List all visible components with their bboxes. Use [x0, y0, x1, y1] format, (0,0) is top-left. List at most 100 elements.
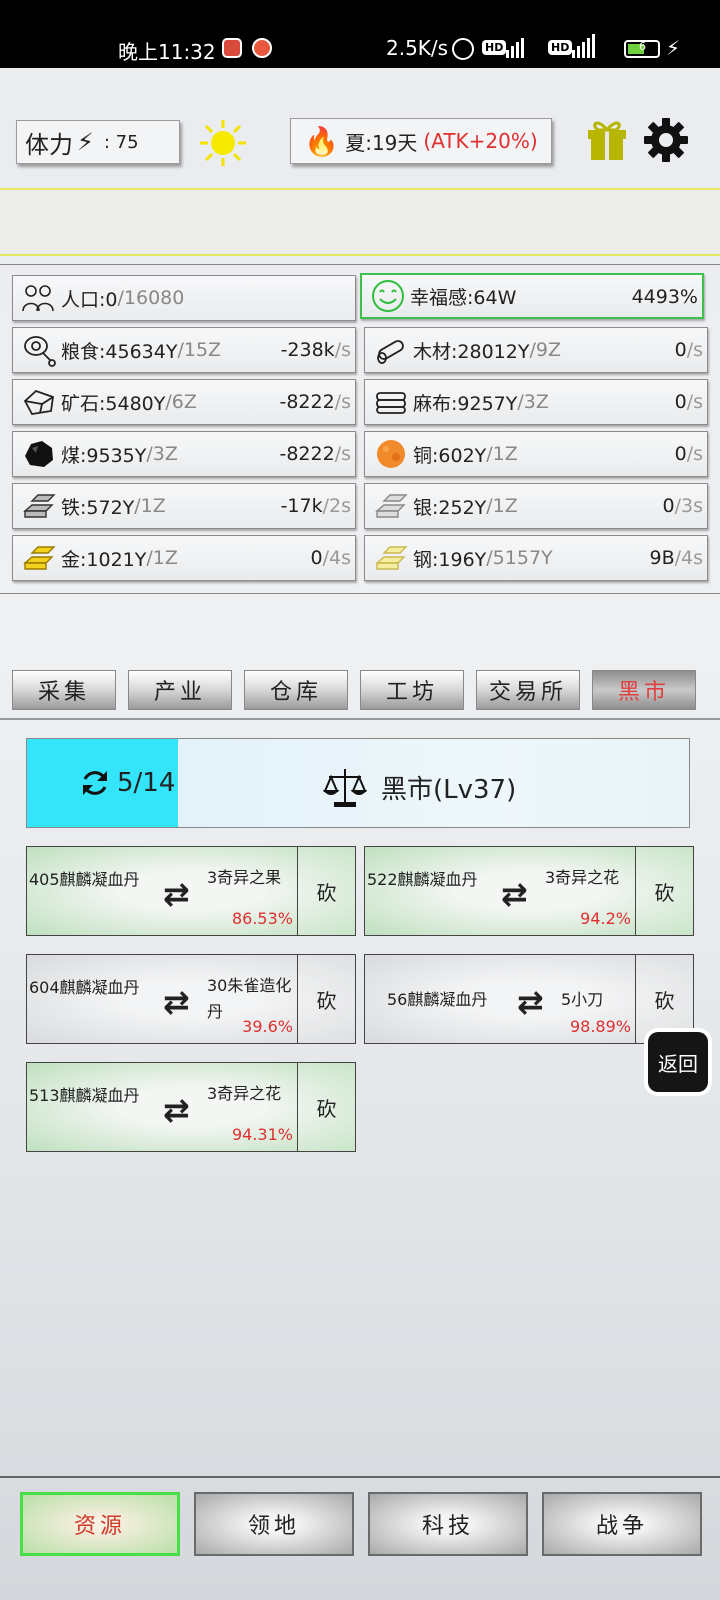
bargain-button[interactable]: 砍 — [297, 955, 355, 1043]
fire-icon: 🔥 — [304, 124, 340, 158]
log-icon — [373, 332, 409, 368]
gold-ingot-icon — [21, 540, 57, 576]
resource-iron[interactable]: 铁:572Y/1Z -17k/2s — [12, 483, 356, 529]
stamina-value: : 75 — [103, 131, 139, 153]
market-title: 黑市(Lv37) — [323, 765, 516, 809]
stamina-box: 体力 ⚡ : 75 — [16, 120, 180, 164]
exchange-icon: ⇄ — [163, 875, 190, 913]
trade-give: 604麒麟凝血丹 — [29, 978, 140, 997]
exchange-icon: ⇄ — [163, 983, 190, 1021]
signal-icon-2 — [572, 34, 595, 58]
resource-happiness[interactable]: 幸福感:64W 4493% — [360, 273, 704, 319]
trade-percent: 39.6% — [242, 1017, 293, 1036]
app-notification-icon — [222, 38, 242, 58]
black-market-header: 5/14 黑市(Lv37) — [26, 738, 690, 828]
tab-gather[interactable]: 采集 — [12, 670, 116, 710]
coal-icon — [21, 436, 57, 472]
silver-ingot-icon — [373, 488, 409, 524]
tab-exchange[interactable]: 交易所 — [476, 670, 580, 710]
trade-give: 522麒麟凝血丹 — [367, 870, 478, 889]
refresh-icon — [83, 771, 107, 795]
top-bar: 体力 ⚡ : 75 🔥 夏:19天 (ATK+20%) — [0, 68, 720, 188]
clock: 晚上11:32 — [118, 40, 216, 64]
trade-get: 3奇异之花 — [545, 868, 620, 887]
resource-wood[interactable]: 木材:28012Y/9Z 0/s — [364, 327, 708, 373]
trade-get: 3奇异之果 — [207, 868, 282, 887]
lightning-icon: ⚡ — [77, 128, 94, 156]
smile-icon — [370, 278, 406, 314]
trade-offer: 513麒麟凝血丹 ⇄ 3奇异之花 94.31% 砍 — [26, 1062, 356, 1152]
tab-warehouse[interactable]: 仓库 — [244, 670, 348, 710]
bargain-button[interactable]: 砍 — [635, 955, 693, 1043]
trade-give: 405麒麟凝血丹 — [29, 870, 140, 889]
market-title-text: 黑市(Lv37) — [381, 774, 517, 805]
alarm-icon — [452, 38, 474, 60]
season-text: 夏:19天 — [345, 130, 418, 155]
signal-icon — [506, 34, 524, 58]
tab-workshop[interactable]: 工坊 — [360, 670, 464, 710]
nav-resources[interactable]: 资源 — [20, 1492, 180, 1556]
cloth-icon — [373, 384, 409, 420]
trade-offer: 604麒麟凝血丹 ⇄ 30朱雀造化丹 39.6% 砍 — [26, 954, 356, 1044]
meat-icon — [21, 332, 57, 368]
trade-percent: 86.53% — [231, 909, 293, 928]
hd-badge: HD — [482, 40, 507, 55]
bargain-button[interactable]: 砍 — [297, 1063, 355, 1151]
resource-coal[interactable]: 煤:9535Y/3Z -8222/s — [12, 431, 356, 477]
refresh-count-text: 5/14 — [117, 768, 176, 798]
refresh-counter[interactable]: 5/14 — [79, 767, 175, 799]
resource-food[interactable]: 粮食:45634Y/15Z -238k/s — [12, 327, 356, 373]
resource-silver[interactable]: 银:252Y/1Z 0/3s — [364, 483, 708, 529]
iron-ingot-icon — [21, 488, 57, 524]
exchange-icon: ⇄ — [517, 983, 544, 1021]
exchange-icon: ⇄ — [501, 875, 528, 913]
tab-black-market[interactable]: 黑市 — [592, 670, 696, 710]
divider — [0, 718, 720, 720]
resource-gold[interactable]: 金:1021Y/1Z 0/4s — [12, 535, 356, 581]
network-speed: 2.5K/s — [386, 36, 449, 60]
sun-icon — [200, 120, 246, 166]
copper-icon — [373, 436, 409, 472]
resource-population[interactable]: 人口:0/16080 — [12, 275, 356, 321]
trade-percent: 94.31% — [231, 1125, 293, 1144]
stamina-label: 体力 — [25, 130, 73, 159]
resource-steel[interactable]: 钢:196Y/5157Y 9B/4s — [364, 535, 708, 581]
resource-linen[interactable]: 麻布:9257Y/3Z 0/s — [364, 379, 708, 425]
trade-percent: 98.89% — [569, 1017, 631, 1036]
bargain-button[interactable]: 砍 — [635, 847, 693, 935]
trade-offer: 56麒麟凝血丹 ⇄ 5小刀 98.89% 砍 — [364, 954, 694, 1044]
message-band — [0, 188, 720, 256]
category-tabs: 采集 产业 仓库 工坊 交易所 黑市 — [0, 670, 720, 722]
resource-panel: 人口:0/16080 幸福感:64W 4493% 粮食:45634Y/15Z -… — [0, 264, 720, 594]
trade-offer: 522麒麟凝血丹 ⇄ 3奇异之花 94.2% 砍 — [364, 846, 694, 936]
battery-icon: 6 — [624, 40, 660, 58]
hd-badge-2: HD — [548, 40, 573, 55]
resource-ore[interactable]: 矿石:5480Y/6Z -8222/s — [12, 379, 356, 425]
season-box: 🔥 夏:19天 (ATK+20%) — [290, 118, 552, 164]
tab-industry[interactable]: 产业 — [128, 670, 232, 710]
nav-technology[interactable]: 科技 — [368, 1492, 528, 1556]
nav-territory[interactable]: 领地 — [194, 1492, 354, 1556]
nav-war[interactable]: 战争 — [542, 1492, 702, 1556]
status-bar: 晚上11:32 2.5K/s HD HD 6 ⚡ — [0, 0, 720, 68]
ore-icon — [21, 384, 57, 420]
trade-get: 5小刀 — [561, 990, 604, 1009]
resource-copper[interactable]: 铜:602Y/1Z 0/s — [364, 431, 708, 477]
exchange-icon: ⇄ — [163, 1091, 190, 1129]
return-button[interactable]: 返回 — [648, 1032, 708, 1092]
trade-give: 513麒麟凝血丹 — [29, 1086, 140, 1105]
scale-icon — [323, 769, 367, 807]
divider — [0, 1476, 720, 1478]
gear-icon[interactable] — [642, 116, 690, 164]
gift-icon[interactable] — [584, 116, 630, 162]
trade-offer: 405麒麟凝血丹 ⇄ 3奇异之果 86.53% 砍 — [26, 846, 356, 936]
trade-give: 56麒麟凝血丹 — [387, 990, 488, 1009]
charging-icon: ⚡ — [666, 36, 681, 60]
trade-get: 3奇异之花 — [207, 1084, 282, 1103]
bargain-button[interactable]: 砍 — [297, 847, 355, 935]
trade-percent: 94.2% — [580, 909, 631, 928]
people-icon — [21, 280, 57, 316]
app-notification-icon-2 — [252, 38, 272, 58]
season-bonus: (ATK+20%) — [423, 129, 538, 153]
steel-ingot-icon — [373, 540, 409, 576]
